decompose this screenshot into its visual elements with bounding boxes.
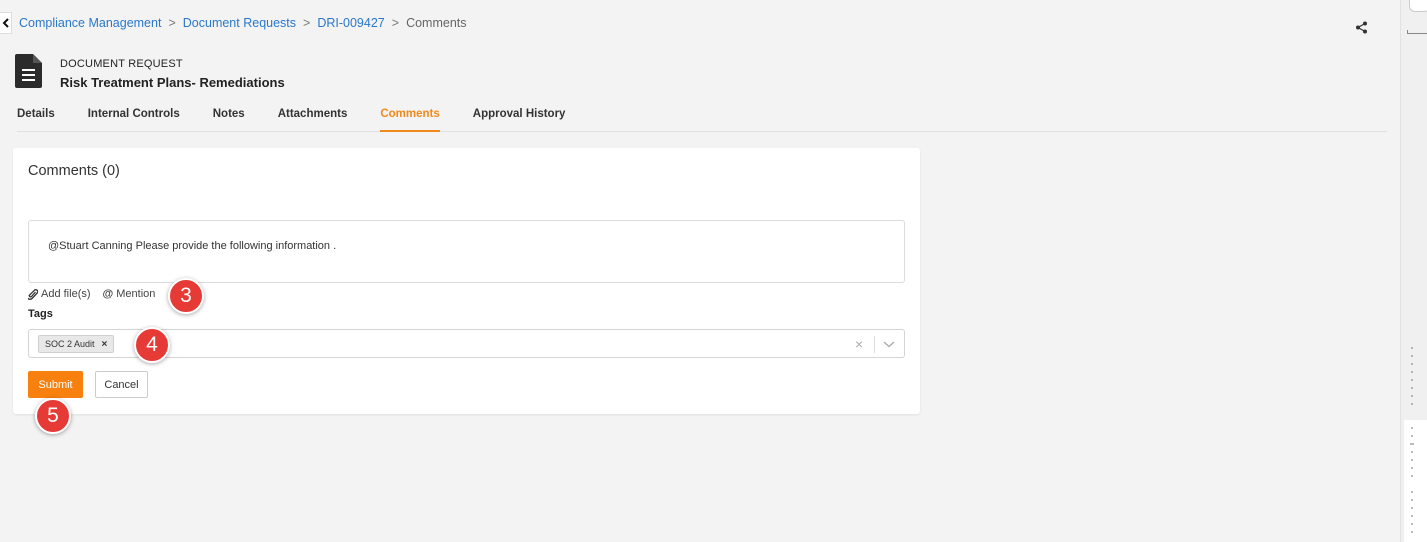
tab-attachments[interactable]: Attachments	[278, 100, 348, 132]
vertical-ruler	[1410, 347, 1414, 533]
document-type-label: DOCUMENT REQUEST	[60, 58, 183, 70]
comment-draft-text: @Stuart Canning Please provide the follo…	[48, 240, 337, 252]
breadcrumb-separator: >	[391, 16, 400, 30]
tag-chip: SOC 2 Audit ×	[38, 335, 115, 353]
tab-internal-controls[interactable]: Internal Controls	[88, 100, 180, 132]
breadcrumb-separator: >	[168, 16, 176, 30]
document-title: Risk Treatment Plans- Remediations	[60, 75, 285, 90]
breadcrumb-compliance-management[interactable]: Compliance Management	[19, 16, 161, 30]
comment-actions: Add file(s) @ Mention	[28, 288, 167, 300]
comments-card: Comments (0) @Stuart Canning Please prov…	[13, 148, 920, 414]
step-badge-5: 5	[35, 398, 71, 434]
select-divider	[874, 336, 875, 353]
cancel-button[interactable]: Cancel	[95, 371, 148, 398]
mention-button[interactable]: @ Mention	[103, 288, 156, 300]
add-files-label: Add file(s)	[41, 288, 91, 300]
at-sign-icon: @	[102, 288, 114, 300]
paperclip-icon	[28, 288, 38, 300]
breadcrumb-document-requests[interactable]: Document Requests	[183, 16, 296, 30]
side-ruler-panel	[1400, 0, 1427, 542]
document-header: DOCUMENT REQUEST Risk Treatment Plans- R…	[15, 54, 285, 90]
comment-editor[interactable]: @Stuart Canning Please provide the follo…	[28, 220, 905, 283]
mention-label: Mention	[116, 288, 156, 300]
ruler-corner	[1407, 30, 1427, 34]
document-icon	[15, 54, 42, 88]
tab-approval-history[interactable]: Approval History	[473, 100, 566, 132]
add-files-button[interactable]: Add file(s)	[28, 288, 91, 300]
document-heading: DOCUMENT REQUEST Risk Treatment Plans- R…	[60, 54, 285, 90]
step-badge-3: 3	[168, 278, 204, 314]
breadcrumb-current: Comments	[406, 16, 467, 30]
tag-chip-label: SOC 2 Audit	[45, 339, 95, 349]
step-badge-4: 4	[134, 327, 170, 363]
tab-comments[interactable]: Comments	[380, 100, 440, 132]
breadcrumb: Compliance Management > Document Request…	[19, 16, 467, 30]
tab-details[interactable]: Details	[17, 100, 55, 132]
back-button[interactable]	[0, 12, 12, 34]
tab-notes[interactable]: Notes	[213, 100, 245, 132]
panel-tab[interactable]	[1409, 0, 1427, 12]
submit-button[interactable]: Submit	[28, 371, 83, 398]
back-arrow-icon	[2, 18, 9, 28]
tags-label: Tags	[28, 308, 53, 320]
breadcrumb-record-id[interactable]: DRI-009427	[317, 16, 384, 30]
chevron-down-icon[interactable]	[883, 339, 895, 349]
share-icon[interactable]	[1355, 21, 1368, 34]
comments-heading: Comments (0)	[28, 163, 120, 179]
clear-tags-icon[interactable]: ×	[855, 336, 863, 352]
tab-bar: Details Internal Controls Notes Attachme…	[17, 100, 1387, 132]
tag-remove-icon[interactable]: ×	[102, 339, 108, 350]
breadcrumb-separator: >	[303, 16, 311, 30]
